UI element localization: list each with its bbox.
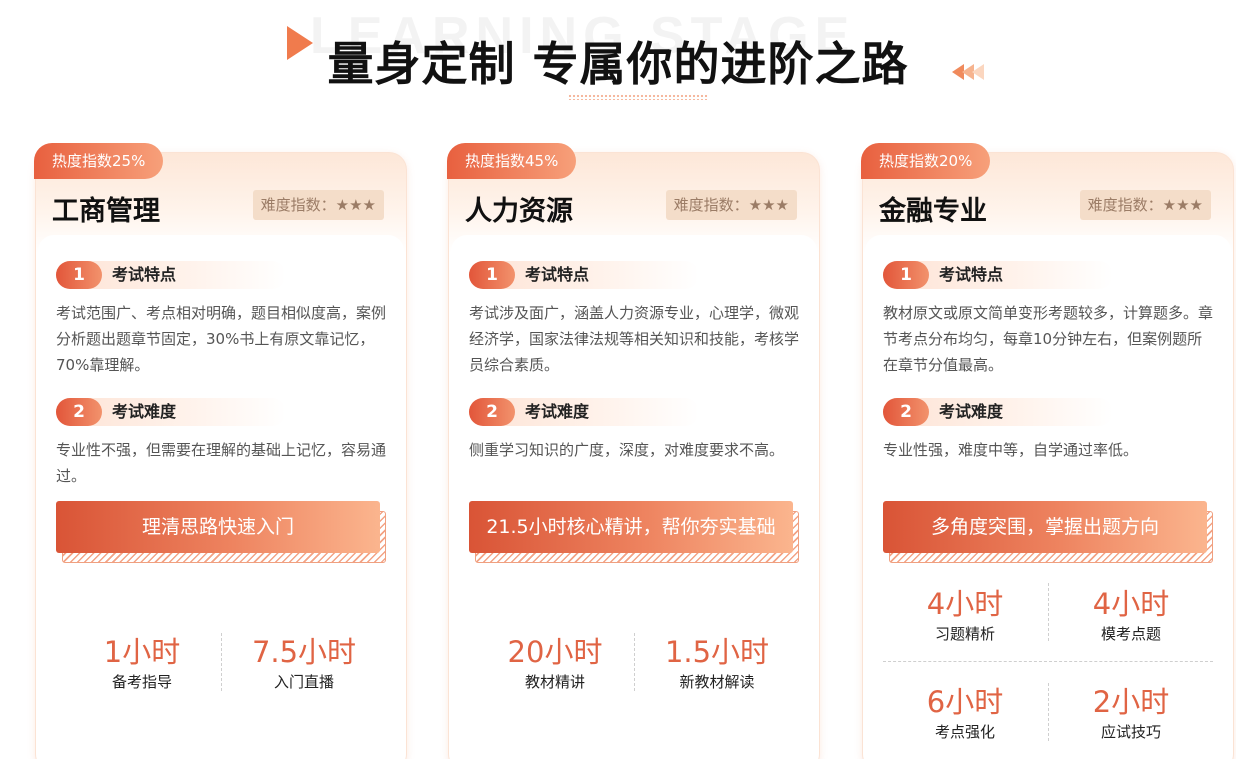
section-title: 考试特点 <box>525 265 590 284</box>
section-heading-difficulty: 2 考试难度 <box>883 398 1113 426</box>
cta-button[interactable]: 21.5小时核心精讲，帮你夯实基础 <box>469 501 793 553</box>
course-name: 工商管理 <box>52 196 160 227</box>
section-heading-features: 1 考试特点 <box>883 261 1113 289</box>
section-heading-features: 1 考试特点 <box>469 261 699 289</box>
stat-item: 4小时 模考点题 <box>1051 587 1211 645</box>
course-card-human-resources: 热度指数45% 人力资源 难度指数：★★★ 1 考试特点 考试涉及面广，涵盖人力… <box>447 143 820 759</box>
cta-button-wrapper: 多角度突围，掌握出题方向 <box>883 501 1213 563</box>
rewind-arrows-icon <box>952 64 984 80</box>
stat-label: 习题精析 <box>934 625 995 643</box>
section-title: 考试特点 <box>939 265 1004 284</box>
section-header: LEARNING STAGE 量身定制 专属你的进阶之路 <box>0 0 1236 110</box>
section-title: 考试难度 <box>112 402 177 421</box>
stat-divider <box>1048 583 1049 641</box>
stat-row-divider <box>883 661 1213 662</box>
section-number: 2 <box>56 398 102 426</box>
stat-label: 模考点题 <box>1100 625 1161 643</box>
cta-button[interactable]: 多角度突围，掌握出题方向 <box>883 501 1207 553</box>
section-number: 2 <box>469 398 515 426</box>
difficulty-badge: 难度指数：★★★ <box>665 190 797 220</box>
stat-item: 1.5小时 新教材解读 <box>637 635 797 693</box>
stat-divider <box>634 633 635 691</box>
section-title: 考试难度 <box>525 402 590 421</box>
section-number: 2 <box>883 398 929 426</box>
stat-label: 备考指导 <box>111 673 172 691</box>
cta-button-wrapper: 21.5小时核心精讲，帮你夯实基础 <box>469 501 799 563</box>
stat-value: 6小时 <box>926 685 1004 719</box>
cta-button-wrapper: 理清思路快速入门 <box>56 501 386 563</box>
course-card-finance: 热度指数20% 金融专业 难度指数：★★★ 1 考试特点 教材原文或原文简单变形… <box>861 143 1234 759</box>
section-heading-difficulty: 2 考试难度 <box>469 398 699 426</box>
stat-item: 20小时 教材精讲 <box>475 635 635 693</box>
section-title: 考试难度 <box>939 402 1004 421</box>
course-name: 人力资源 <box>465 196 573 227</box>
section-heading-difficulty: 2 考试难度 <box>56 398 286 426</box>
stat-value: 4小时 <box>926 587 1004 621</box>
stat-item: 6小时 考点强化 <box>885 685 1045 743</box>
section-number: 1 <box>56 261 102 289</box>
course-name: 金融专业 <box>879 196 987 227</box>
stat-value: 2小时 <box>1092 685 1170 719</box>
stat-item: 4小时 习题精析 <box>885 587 1045 645</box>
stat-value: 4小时 <box>1092 587 1170 621</box>
section-heading-features: 1 考试特点 <box>56 261 286 289</box>
section-number: 1 <box>883 261 929 289</box>
difficulty-badge: 难度指数：★★★ <box>252 190 384 220</box>
stat-item: 2小时 应试技巧 <box>1051 685 1211 743</box>
stat-value: 1小时 <box>103 635 181 669</box>
section-text-difficulty: 侧重学习知识的广度，深度，对难度要求不高。 <box>469 441 785 459</box>
page-title: 量身定制 专属你的进阶之路 <box>327 37 909 91</box>
stat-label: 入门直播 <box>273 673 334 691</box>
section-title: 考试特点 <box>112 265 177 284</box>
stat-item: 1小时 备考指导 <box>62 635 222 693</box>
section-text-features: 考试涉及面广，涵盖人力资源专业，心理学，微观经济学，国家法律法规等相关知识和技能… <box>469 304 800 374</box>
section-text-difficulty: 专业性强，难度中等，自学通过率低。 <box>883 441 1139 459</box>
stat-label: 考点强化 <box>934 723 995 741</box>
stat-label: 应试技巧 <box>1100 723 1161 741</box>
section-text-features: 考试范围广、考点相对明确，题目相似度高，案例分析题出题章节固定，30%书上有原文… <box>56 304 387 374</box>
stat-divider <box>221 633 222 691</box>
stat-value: 1.5小时 <box>664 635 770 669</box>
section-text-features: 教材原文或原文简单变形考题较多，计算题多。章节考点分布均匀，每章10分钟左右，但… <box>883 304 1214 374</box>
stat-divider <box>1048 683 1049 741</box>
stat-item: 7.5小时 入门直播 <box>224 635 384 693</box>
cta-button[interactable]: 理清思路快速入门 <box>56 501 380 553</box>
stat-label: 新教材解读 <box>679 673 755 691</box>
stat-value: 7.5小时 <box>251 635 357 669</box>
heat-index-badge: 热度指数20% <box>861 143 991 179</box>
decorative-dots <box>568 94 708 100</box>
difficulty-badge: 难度指数：★★★ <box>1079 190 1211 220</box>
stat-label: 教材精讲 <box>524 673 585 691</box>
section-number: 1 <box>469 261 515 289</box>
heat-index-badge: 热度指数45% <box>447 143 577 179</box>
section-text-difficulty: 专业性不强，但需要在理解的基础上记忆，容易通过。 <box>56 441 387 485</box>
heat-index-badge: 热度指数25% <box>34 143 164 179</box>
stat-value: 20小时 <box>507 635 603 669</box>
course-card-business-management: 热度指数25% 工商管理 难度指数：★★★ 1 考试特点 考试范围广、考点相对明… <box>34 143 407 759</box>
